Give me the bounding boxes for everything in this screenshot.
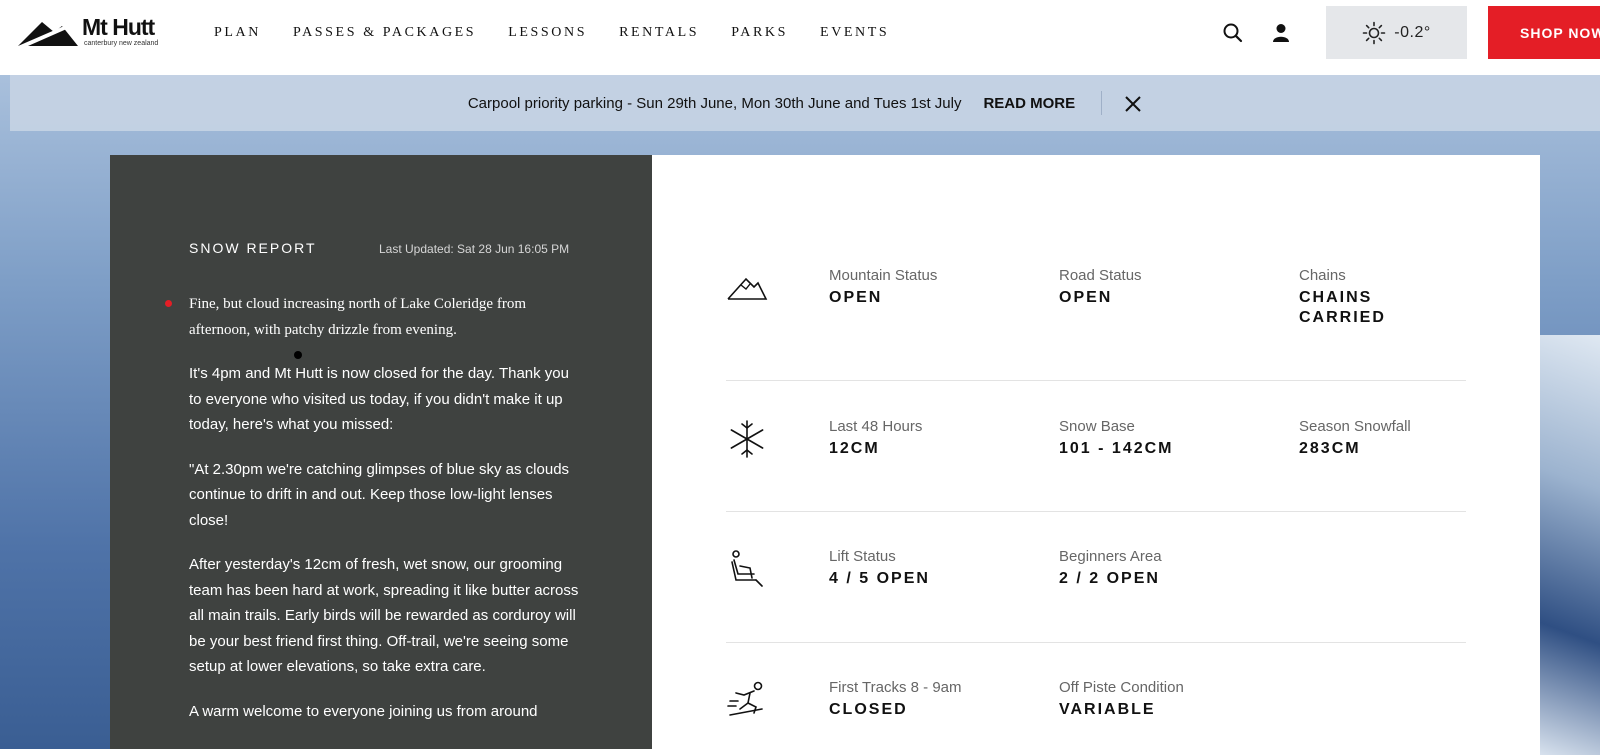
lift-stats-row: Lift Status 4 / 5 OPEN Beginners Area 2 …: [726, 548, 1466, 608]
main-nav: PLAN PASSES & PACKAGES LESSONS RENTALS P…: [214, 25, 921, 41]
weather-temperature: -0.2°: [1394, 23, 1431, 41]
stat-label: Snow Base: [1059, 418, 1135, 435]
mountain-icon: [727, 277, 768, 300]
stat-value: 2 / 2 OPEN: [1059, 570, 1160, 587]
snow-slope-image: [1540, 335, 1600, 755]
skier-icon: [727, 681, 763, 716]
stat-value: 101 - 142CM: [1059, 440, 1174, 457]
sun-icon: [1362, 21, 1386, 44]
banner-text: Carpool priority parking - Sun 29th June…: [467, 94, 962, 112]
stat-label: Beginners Area: [1059, 548, 1162, 565]
stat-last-48-hours: Last 48 Hours 12CM: [829, 418, 922, 459]
stat-value: 4 / 5 OPEN: [829, 570, 930, 587]
nav-lessons[interactable]: LESSONS: [508, 25, 587, 41]
stat-value: 283CM: [1299, 440, 1361, 457]
chairlift-icon: [731, 550, 763, 587]
snow-report-title: SNOW REPORT: [189, 240, 317, 256]
row-divider: [726, 642, 1466, 643]
mouse-cursor: [294, 351, 302, 359]
mountain-logo-icon: [18, 20, 78, 46]
snow-report-panel: SNOW REPORT Last Updated: Sat 28 Jun 16:…: [110, 155, 652, 749]
stat-road-status: Road Status OPEN: [1059, 267, 1142, 308]
row-divider: [726, 511, 1466, 512]
site-logo[interactable]: Mt Hutt canterbury new zealand: [18, 14, 170, 48]
weather-widget[interactable]: -0.2°: [1326, 6, 1467, 59]
stat-chains: Chains CHAINS CARRIED: [1299, 267, 1419, 328]
stat-season-snowfall: Season Snowfall 283CM: [1299, 418, 1411, 459]
stat-off-piste: Off Piste Condition VARIABLE: [1059, 679, 1184, 720]
stat-value: OPEN: [829, 289, 883, 306]
logo-brand: Mt Hutt: [82, 14, 155, 40]
stat-label: Road Status: [1059, 267, 1142, 284]
report-paragraph: It's 4pm and Mt Hutt is now closed for t…: [189, 365, 569, 433]
banner-read-more-link[interactable]: READ MORE: [983, 95, 1075, 112]
stat-label: Mountain Status: [829, 267, 938, 284]
stat-snow-base: Snow Base 101 - 142CM: [1059, 418, 1174, 459]
banner-divider: [1101, 91, 1103, 115]
stat-label: Off Piste Condition: [1059, 679, 1184, 696]
row-divider: [726, 380, 1466, 381]
nav-plan[interactable]: PLAN: [214, 25, 261, 41]
nav-events[interactable]: EVENTS: [820, 25, 889, 41]
last-updated: Last Updated: Sat 28 Jun 16:05 PM: [379, 242, 570, 256]
close-icon[interactable]: [1124, 95, 1142, 113]
terrain-stats-row: First Tracks 8 - 9am CLOSED Off Piste Co…: [726, 679, 1466, 739]
forecast-bullet: [165, 300, 172, 307]
report-body: It's 4pm and Mt Hutt is now closed for t…: [189, 361, 585, 743]
stat-value: VARIABLE: [1059, 701, 1156, 718]
nav-passes-packages[interactable]: PASSES & PACKAGES: [293, 25, 476, 41]
snow-stats-row: Last 48 Hours 12CM Snow Base 101 - 142CM…: [726, 418, 1466, 478]
stat-label: Last 48 Hours: [829, 418, 923, 435]
nav-rentals[interactable]: RENTALS: [619, 25, 699, 41]
weather-forecast: Fine, but cloud increasing north of Lake…: [189, 296, 526, 338]
stat-beginners-area: Beginners Area 2 / 2 OPEN: [1059, 548, 1162, 589]
mountain-status-row: Mountain Status OPEN Road Status OPEN Ch…: [726, 267, 1466, 357]
stat-first-tracks: First Tracks 8 - 9am CLOSED: [829, 679, 962, 720]
conditions-panel: Mountain Status OPEN Road Status OPEN Ch…: [652, 155, 1540, 749]
stat-value: OPEN: [1059, 289, 1113, 306]
logo-subtitle: canterbury new zealand: [84, 40, 159, 47]
nav-parks[interactable]: PARKS: [731, 25, 788, 41]
stat-mountain-status: Mountain Status OPEN: [829, 267, 937, 308]
stat-value: 12CM: [829, 440, 880, 457]
announcement-banner: Carpool priority parking - Sun 29th June…: [10, 75, 1600, 131]
report-paragraph: After yesterday's 12cm of fresh, wet sno…: [189, 556, 579, 675]
stat-lift-status: Lift Status 4 / 5 OPEN: [829, 548, 930, 589]
user-icon[interactable]: [1270, 22, 1292, 44]
stat-value: CLOSED: [829, 701, 908, 718]
search-icon[interactable]: [1222, 22, 1244, 44]
stat-label: First Tracks 8 - 9am: [829, 679, 962, 696]
shop-now-button[interactable]: SHOP NOW: [1488, 6, 1600, 59]
report-paragraph: "At 2.30pm we're catching glimpses of bl…: [189, 460, 570, 529]
site-header: Mt Hutt canterbury new zealand PLAN PASS…: [0, 0, 1600, 75]
stat-label: Season Snowfall: [1299, 418, 1411, 435]
report-paragraph: A warm welcome to everyone joining us fr…: [189, 702, 538, 720]
stat-label: Lift Status: [829, 548, 896, 565]
stat-label: Chains: [1299, 267, 1346, 284]
stat-value: CHAINS CARRIED: [1299, 289, 1386, 326]
snowflake-icon: [730, 420, 764, 458]
